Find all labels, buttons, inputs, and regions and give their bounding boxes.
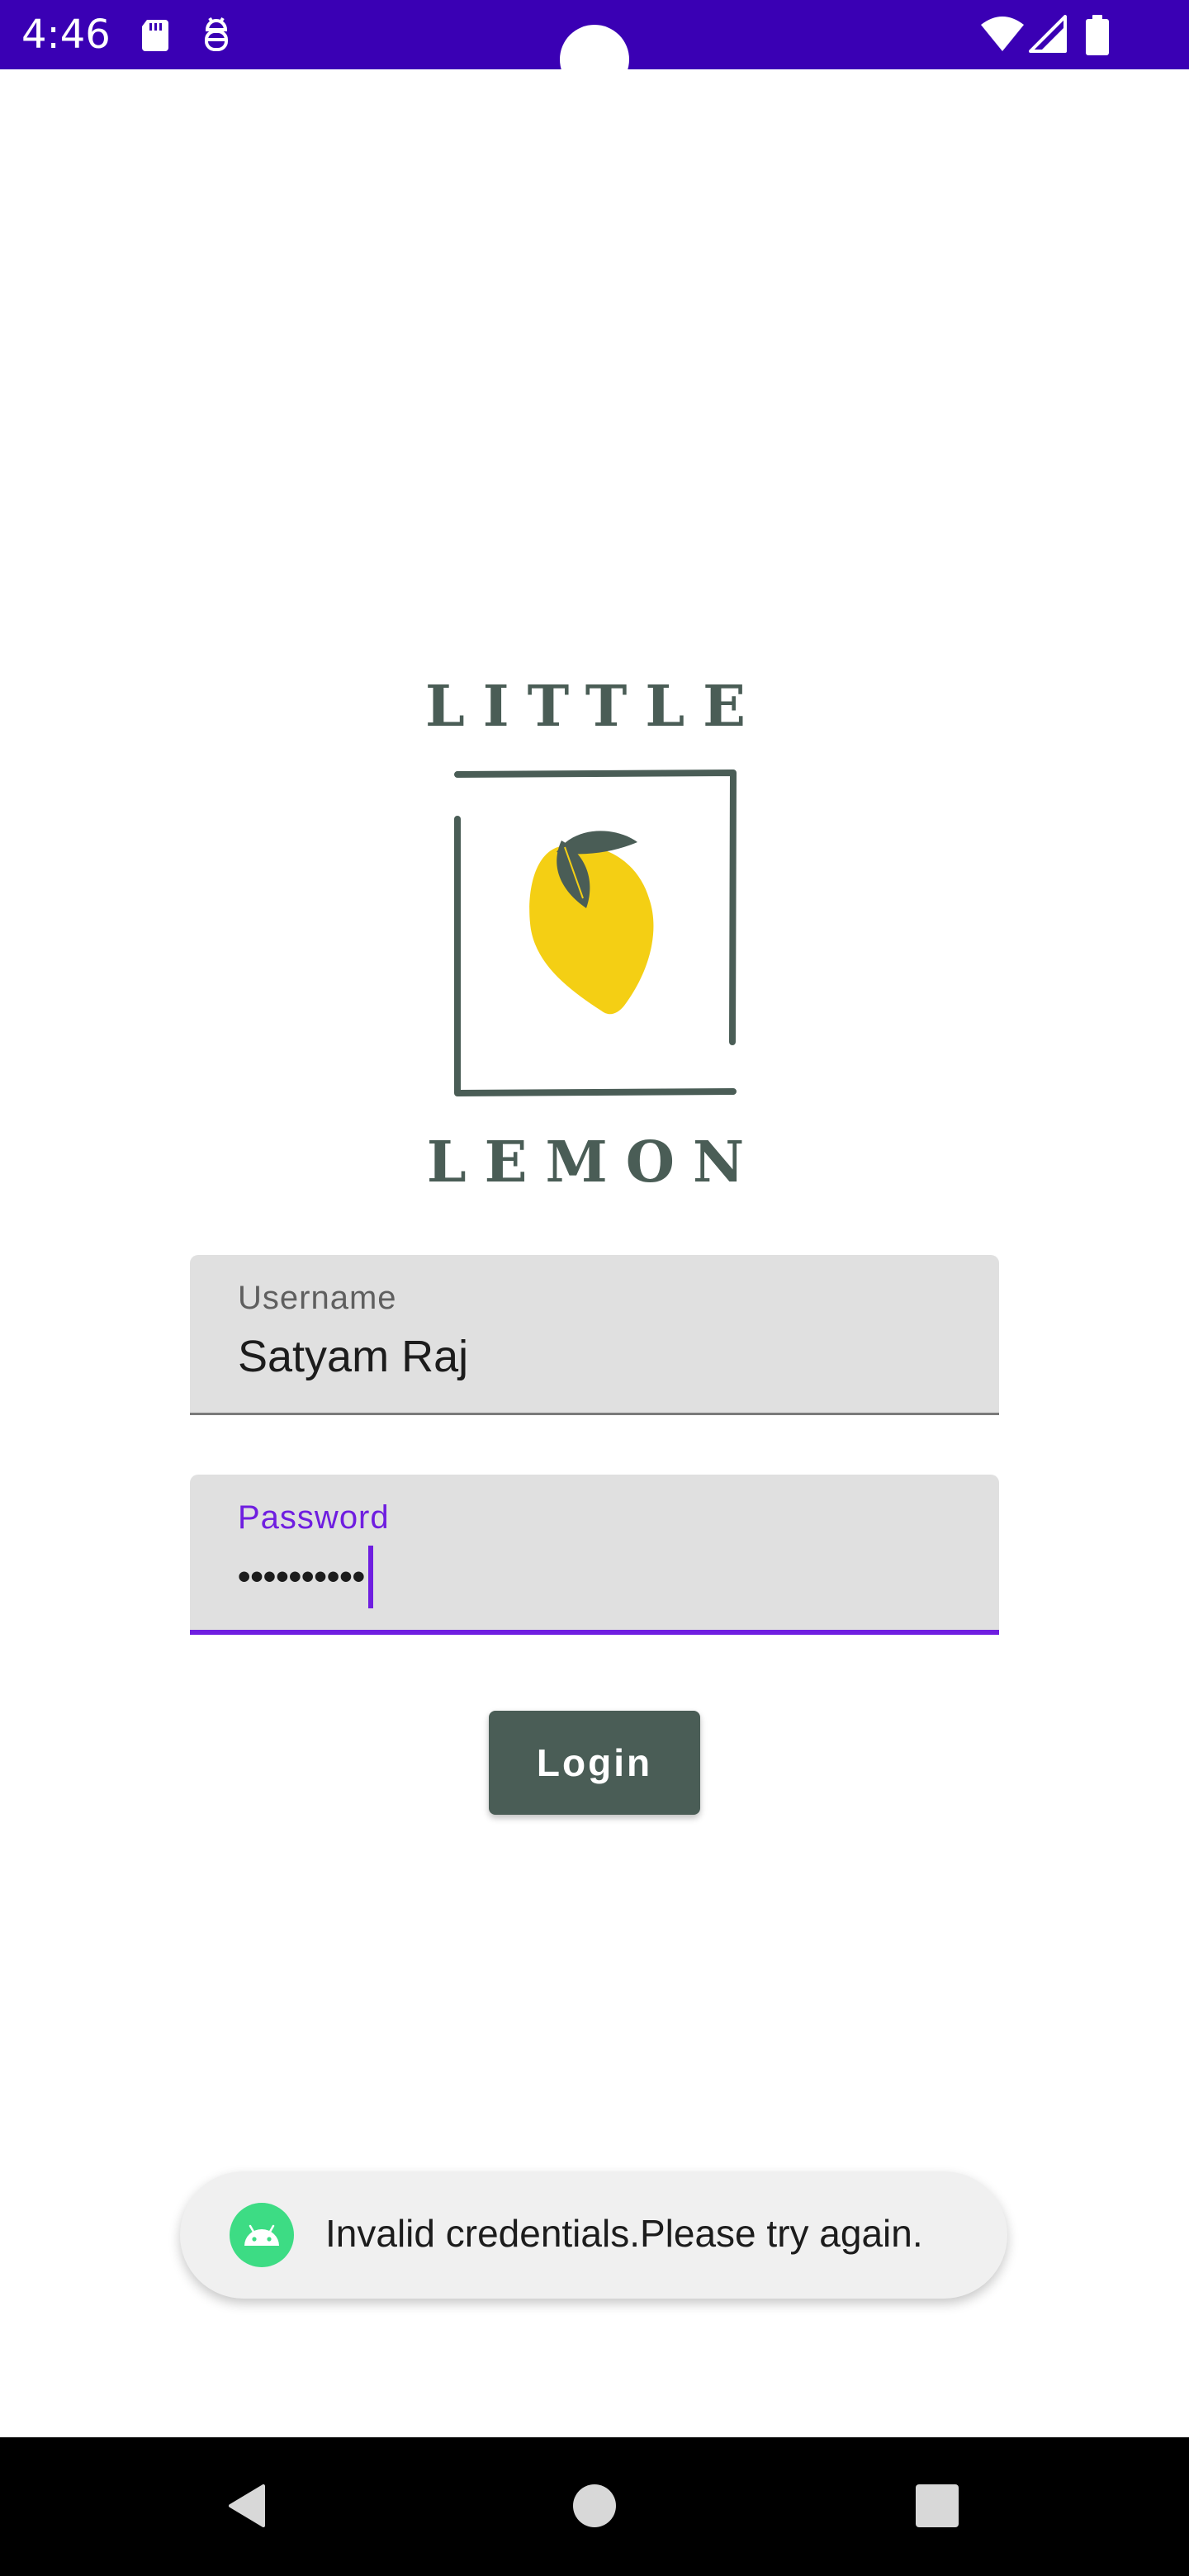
- back-icon: [229, 2484, 265, 2527]
- signal-icon: [1029, 15, 1067, 53]
- toast-message: Invalid credentials.Please try again.: [180, 2171, 1007, 2299]
- password-field[interactable]: Password ••••••••••: [190, 1475, 999, 1635]
- username-value: Satyam Raj: [238, 1332, 469, 1381]
- password-label: Password: [238, 1499, 390, 1536]
- navigation-bar: [0, 2437, 1189, 2576]
- login-screen: 4:46 LITTLE LEMON Username Satyam Raj Pa…: [0, 0, 1189, 2576]
- home-button[interactable]: [549, 2460, 640, 2551]
- password-value: ••••••••••: [238, 1546, 374, 1608]
- recents-icon: [916, 2484, 959, 2527]
- back-button[interactable]: [203, 2460, 294, 2551]
- battery-icon: [1086, 15, 1109, 55]
- camera-cutout: [560, 25, 629, 94]
- sd-card-icon: [142, 20, 168, 51]
- wifi-icon: [981, 17, 1024, 51]
- toast-text: Invalid credentials.Please try again.: [325, 2212, 923, 2255]
- logo-text-bottom: LEMON: [426, 1129, 763, 1196]
- logo-text-top: LITTLE: [424, 674, 765, 740]
- debug-icon: [205, 17, 228, 51]
- username-label: Username: [238, 1280, 397, 1316]
- recents-button[interactable]: [892, 2460, 983, 2551]
- password-masked-text: ••••••••••: [238, 1556, 366, 1597]
- home-icon: [573, 2484, 616, 2527]
- login-button[interactable]: Login: [489, 1711, 700, 1815]
- android-icon: [230, 2203, 294, 2267]
- lemon-logo-icon: [454, 769, 737, 1096]
- username-field[interactable]: Username Satyam Raj: [190, 1255, 999, 1415]
- text-cursor: [368, 1546, 374, 1608]
- status-time: 4:46: [21, 12, 111, 58]
